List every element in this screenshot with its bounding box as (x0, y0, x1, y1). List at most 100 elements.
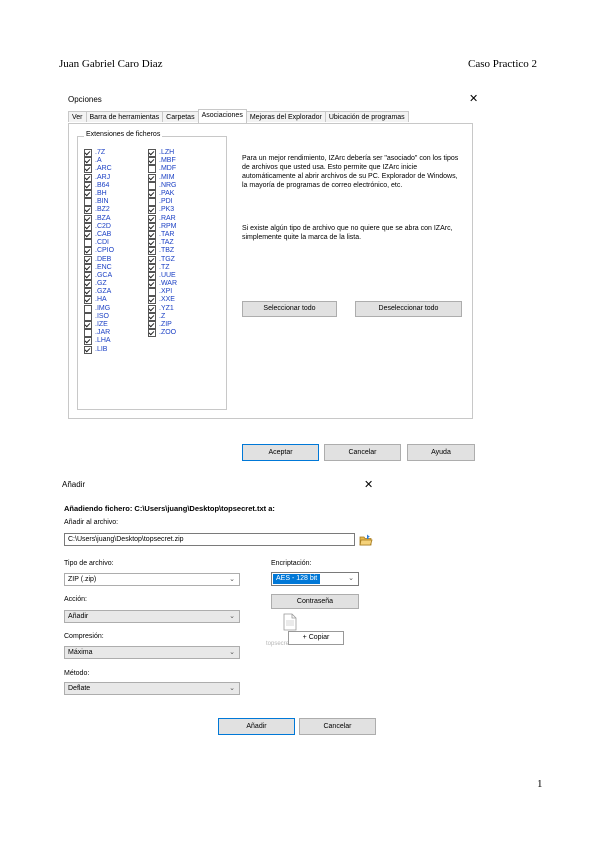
tab-mejoras-explorador[interactable]: Mejoras del Explorador (245, 111, 326, 122)
extension-checkbox[interactable] (84, 247, 92, 256)
extension-checkbox[interactable] (84, 190, 92, 199)
extension-item[interactable]: .ZIP (148, 321, 177, 330)
extension-checkbox[interactable] (148, 157, 156, 166)
extension-item[interactable]: .ISO (84, 312, 114, 321)
extension-checkbox[interactable] (148, 149, 156, 158)
extension-item[interactable]: .XXE (148, 296, 177, 305)
extension-checkbox[interactable] (148, 271, 156, 280)
method-select[interactable]: Deflate ⌄ (64, 682, 240, 695)
extension-checkbox[interactable] (84, 337, 92, 346)
extension-checkbox[interactable] (148, 263, 156, 272)
close-icon[interactable]: ✕ (469, 94, 478, 105)
encryption-select[interactable]: AES - 128 bit ⌄ (271, 572, 359, 586)
extension-checkbox[interactable] (148, 280, 156, 289)
extension-checkbox[interactable] (148, 230, 156, 239)
extension-item[interactable]: .UUE (148, 271, 177, 280)
extension-checkbox[interactable] (84, 149, 92, 158)
extension-checkbox[interactable] (148, 173, 156, 182)
extension-checkbox[interactable] (84, 198, 92, 207)
extension-item[interactable]: .MDF (148, 165, 177, 174)
extension-checkbox[interactable] (84, 296, 92, 305)
extension-checkbox[interactable] (84, 230, 92, 239)
extension-item[interactable]: .NRG (148, 181, 177, 190)
extension-item[interactable]: .ZOO (148, 329, 177, 338)
browse-folder-icon[interactable] (359, 533, 373, 546)
tab-barra-herramientas[interactable]: Barra de herramientas (85, 111, 164, 122)
extension-item[interactable]: .PAK (148, 190, 177, 199)
extension-item[interactable]: .7Z (84, 149, 114, 158)
extension-item[interactable]: .RPM (148, 222, 177, 231)
extension-checkbox[interactable] (84, 288, 92, 297)
extension-checkbox[interactable] (84, 271, 92, 280)
extension-checkbox[interactable] (148, 165, 156, 174)
extension-item[interactable]: .IZE (84, 321, 114, 330)
extension-item[interactable]: .GCA (84, 271, 114, 280)
extension-checkbox[interactable] (84, 280, 92, 289)
extension-item[interactable]: .BH (84, 190, 114, 199)
accept-button[interactable]: Aceptar (242, 444, 319, 461)
extension-checkbox[interactable] (84, 239, 92, 248)
extension-item[interactable]: .ARC (84, 165, 114, 174)
extension-item[interactable]: .A (84, 157, 114, 166)
extension-item[interactable]: .WAR (148, 280, 177, 289)
tab-ver[interactable]: Ver (68, 111, 87, 122)
extension-checkbox[interactable] (148, 304, 156, 313)
extension-item[interactable]: .DEB (84, 255, 114, 264)
extension-item[interactable]: .RAR (148, 214, 177, 223)
extension-checkbox[interactable] (148, 247, 156, 256)
extension-checkbox[interactable] (84, 329, 92, 338)
tab-asociaciones[interactable]: Asociaciones (197, 109, 247, 123)
extension-item[interactable]: .TGZ (148, 255, 177, 264)
extension-item[interactable]: .JAR (84, 329, 114, 338)
archive-path-field[interactable]: C:\Users\juang\Desktop\topsecret.zip (64, 533, 355, 546)
extension-checkbox[interactable] (84, 157, 92, 166)
extension-item[interactable]: .LZH (148, 149, 177, 158)
extension-item[interactable]: .ARJ (84, 173, 114, 182)
password-button[interactable]: Contraseña (271, 594, 359, 609)
action-select[interactable]: Añadir ⌄ (64, 610, 240, 623)
extension-item[interactable]: .GZA (84, 288, 114, 297)
deselect-all-button[interactable]: Deseleccionar todo (355, 301, 462, 317)
extension-checkbox[interactable] (148, 198, 156, 207)
extension-checkbox[interactable] (148, 312, 156, 321)
extension-item[interactable]: .LIB (84, 345, 114, 354)
extension-checkbox[interactable] (84, 304, 92, 313)
extension-checkbox[interactable] (148, 214, 156, 223)
extension-item[interactable]: .C2D (84, 222, 114, 231)
extension-item[interactable]: .CPIO (84, 247, 114, 256)
extension-item[interactable]: .MIM (148, 173, 177, 182)
extension-item[interactable]: .CDI (84, 239, 114, 248)
extension-item[interactable]: .XPI (148, 288, 177, 297)
tab-carpetas[interactable]: Carpetas (162, 111, 199, 122)
extension-checkbox[interactable] (148, 206, 156, 215)
extension-item[interactable]: .ENC (84, 263, 114, 272)
extension-checkbox[interactable] (84, 345, 92, 354)
extension-checkbox[interactable] (148, 329, 156, 338)
extension-checkbox[interactable] (84, 165, 92, 174)
add-button[interactable]: Añadir (218, 718, 295, 735)
extension-checkbox[interactable] (84, 312, 92, 321)
extension-checkbox[interactable] (84, 173, 92, 182)
extension-checkbox[interactable] (84, 255, 92, 264)
extension-item[interactable]: .Z (148, 312, 177, 321)
close-icon[interactable]: ✕ (364, 480, 373, 491)
extension-item[interactable]: .MBF (148, 157, 177, 166)
select-all-button[interactable]: Seleccionar todo (242, 301, 337, 317)
compression-select[interactable]: Máxima ⌄ (64, 646, 240, 659)
extension-item[interactable]: .GZ (84, 280, 114, 289)
cancel-button[interactable]: Cancelar (299, 718, 376, 735)
extension-item[interactable]: .TAZ (148, 239, 177, 248)
help-button[interactable]: Ayuda (407, 444, 475, 461)
extension-checkbox[interactable] (148, 296, 156, 305)
file-type-select[interactable]: ZIP (.zip) ⌄ (64, 573, 240, 586)
extension-checkbox[interactable] (148, 190, 156, 199)
extension-item[interactable]: .HA (84, 296, 114, 305)
extension-item[interactable]: .YZ1 (148, 304, 177, 313)
extension-item[interactable]: .BIN (84, 198, 114, 207)
extension-item[interactable]: .BZA (84, 214, 114, 223)
extension-checkbox[interactable] (84, 321, 92, 330)
extension-item[interactable]: .IMG (84, 304, 114, 313)
tab-ubicacion-programas[interactable]: Ubicación de programas (324, 111, 409, 122)
extension-checkbox[interactable] (148, 222, 156, 231)
extension-item[interactable]: .TBZ (148, 247, 177, 256)
